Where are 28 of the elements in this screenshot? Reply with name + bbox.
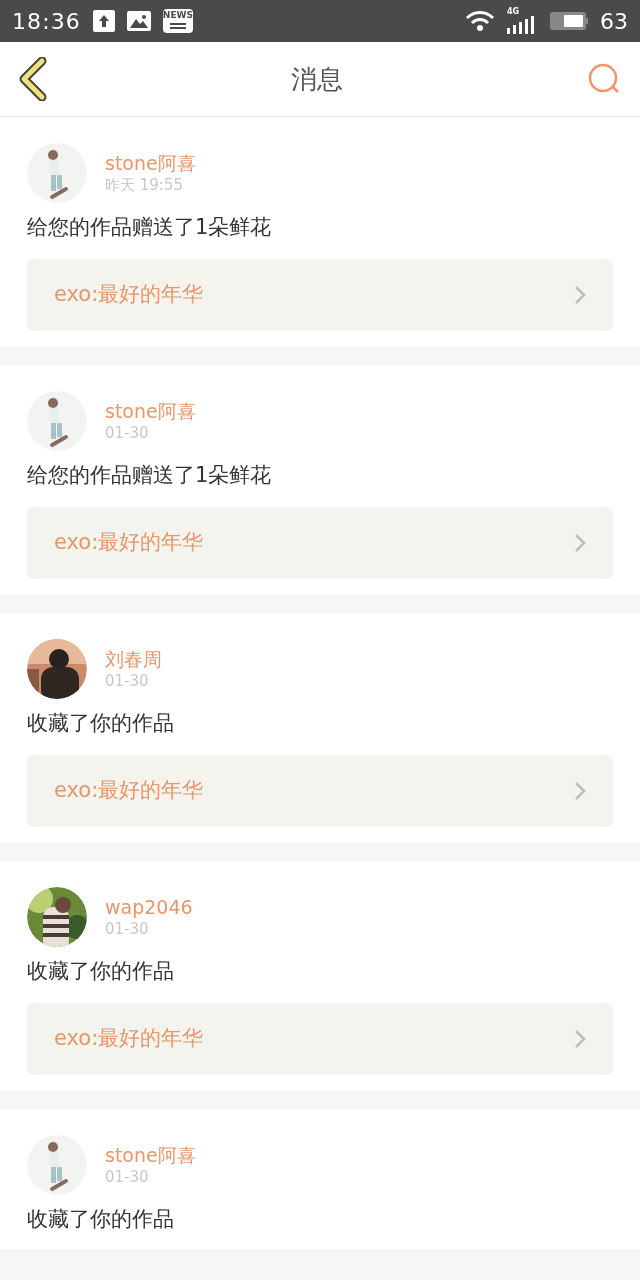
back-icon [18, 57, 48, 101]
message-text: 收藏了你的作品 [27, 1206, 175, 1233]
message-text: 收藏了你的作品 [27, 958, 175, 985]
user-name[interactable]: wap2046 [105, 895, 193, 919]
work-link[interactable]: exo:最好的年华 [27, 507, 613, 579]
clock: 18:36 [12, 7, 81, 36]
chevron-icon [574, 533, 586, 553]
image-icon [126, 11, 151, 31]
chevron-icon [574, 1029, 586, 1049]
back-button[interactable] [18, 57, 48, 101]
work-link[interactable]: exo:最好的年华 [27, 1003, 613, 1075]
work-link[interactable]: exo:最好的年华 [27, 259, 613, 331]
page-title: 消息 [291, 62, 343, 96]
chevron-icon [574, 285, 586, 305]
message-text: 收藏了你的作品 [27, 710, 175, 737]
user-name[interactable]: stone阿喜 [105, 1143, 196, 1167]
chevron-icon [574, 781, 586, 801]
battery-level: 63 [600, 7, 628, 36]
user-name[interactable]: stone阿喜 [105, 151, 196, 175]
work-link[interactable]: exo:最好的年华 [27, 755, 613, 827]
news-icon: NEWS [162, 9, 193, 33]
battery-icon [550, 12, 588, 30]
user-name[interactable]: stone阿喜 [105, 399, 196, 423]
user-name[interactable]: 刘春周 [105, 647, 162, 671]
message-text: 给您的作品赠送了1朵鲜花 [27, 462, 273, 489]
wifi-icon [465, 10, 495, 32]
message-text: 给您的作品赠送了1朵鲜花 [27, 214, 273, 241]
upload-icon [92, 10, 115, 32]
